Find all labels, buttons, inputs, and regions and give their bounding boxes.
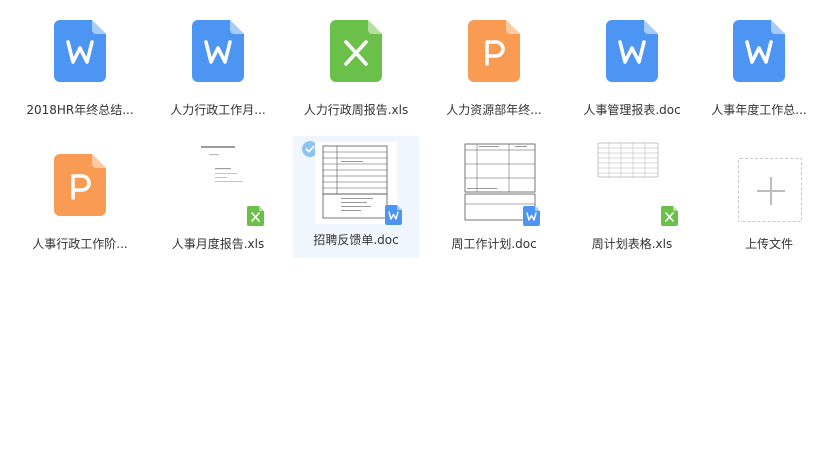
word-file-icon — [54, 20, 106, 82]
powerpoint-file-icon — [468, 20, 520, 82]
file-name: 周工作计划.doc — [451, 237, 537, 251]
upload-label: 上传文件 — [744, 237, 793, 251]
excel-file-icon — [330, 20, 382, 82]
word-file-icon — [733, 20, 785, 82]
file-name: 人力资源部年终... — [446, 103, 542, 117]
file-tile-2[interactable]: 人力行政工作月... — [155, 6, 281, 128]
file-tile-1[interactable]: 2018HR年终总结... — [17, 6, 143, 128]
file-name: 招聘反馈单.doc — [313, 233, 399, 247]
file-name: 人力行政工作月... — [170, 103, 266, 117]
word-badge-icon — [523, 206, 540, 226]
word-file-icon — [192, 20, 244, 82]
upload-box[interactable] — [738, 158, 802, 222]
word-badge-icon — [385, 205, 402, 225]
upload-file-button[interactable]: 上传文件 — [706, 140, 825, 262]
file-tile-4[interactable]: 人力资源部年终... — [431, 6, 557, 128]
file-tile-8[interactable]: 人事月度报告.xls — [155, 140, 281, 262]
file-name: 2018HR年终总结... — [26, 103, 134, 117]
file-name: 人事行政工作阶... — [32, 237, 128, 251]
file-tile-10[interactable]: 周工作计划.doc — [431, 140, 557, 262]
file-name: 人事管理报表.doc — [583, 103, 681, 117]
excel-badge-icon — [247, 206, 264, 226]
file-tile-3[interactable]: 人力行政周报告.xls — [293, 6, 419, 128]
file-grid: 2018HR年终总结... 人力行政工作月... 人力行政周报告.xls 人力资… — [0, 0, 825, 451]
file-tile-11[interactable]: 周计划表格.xls — [569, 140, 695, 262]
file-name: 人事年度工作总... — [711, 103, 807, 117]
excel-badge-icon — [661, 206, 678, 226]
file-tile-7[interactable]: 人事行政工作阶... — [17, 140, 143, 262]
file-name: 周计划表格.xls — [591, 237, 673, 251]
file-tile-9[interactable]: 招聘反馈单.doc — [293, 136, 419, 258]
file-name: 人事月度报告.xls — [171, 237, 265, 251]
powerpoint-file-icon — [54, 154, 106, 216]
file-name: 人力行政周报告.xls — [303, 103, 409, 117]
file-tile-6[interactable]: 人事年度工作总... — [696, 6, 822, 128]
file-thumbnail — [597, 142, 663, 180]
file-tile-5[interactable]: 人事管理报表.doc — [569, 6, 695, 128]
word-file-icon — [606, 20, 658, 82]
